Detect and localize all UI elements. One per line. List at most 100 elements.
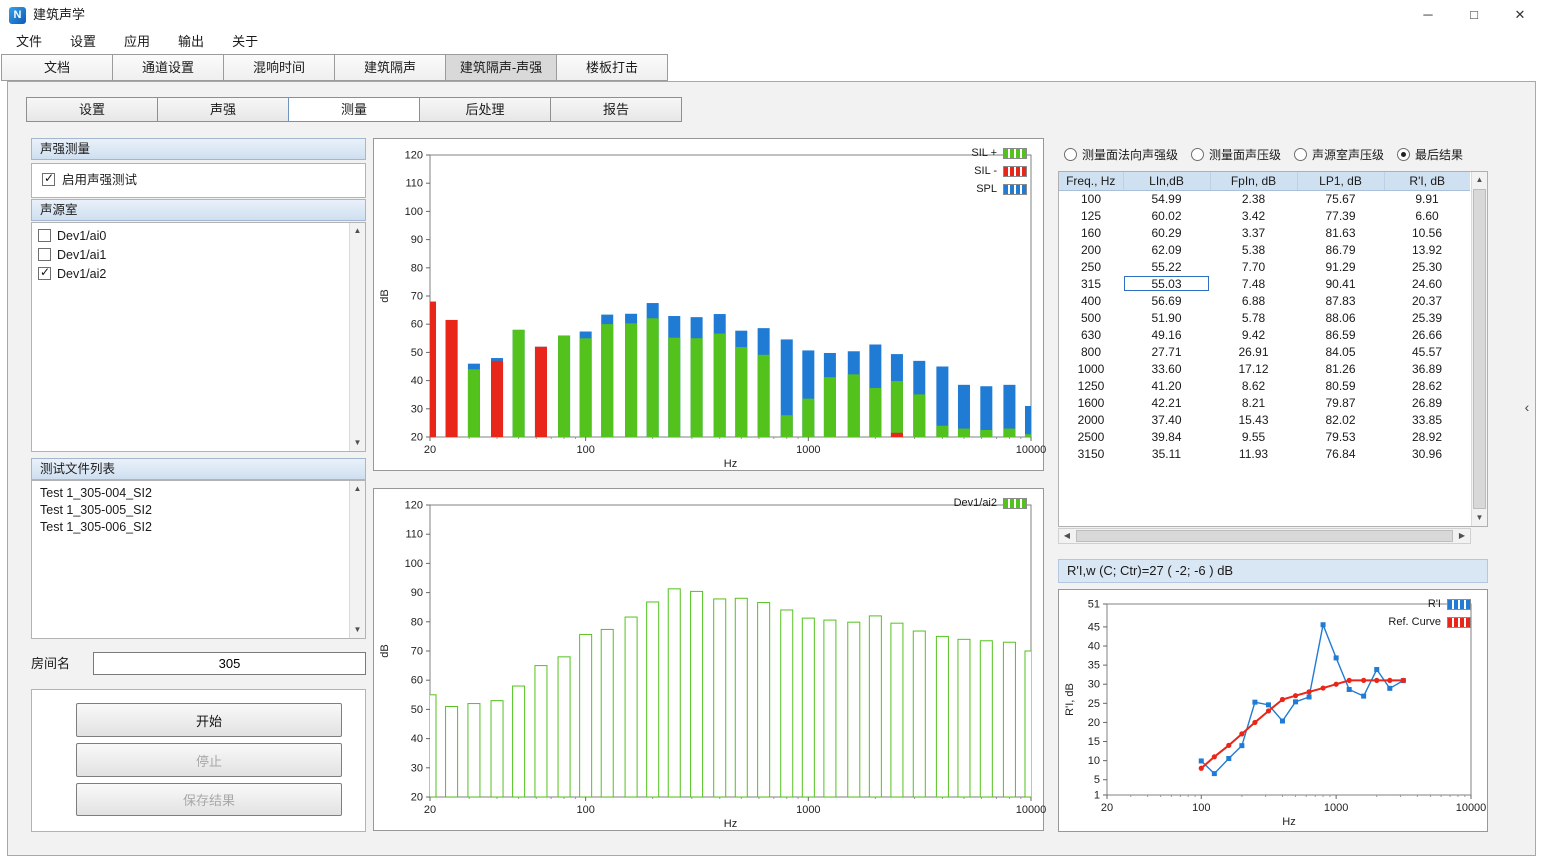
table-row[interactable]: 12560.023.4277.396.60 xyxy=(1059,207,1470,224)
table-cell[interactable]: 2500 xyxy=(1059,428,1123,445)
table-horizontal-scrollbar[interactable]: ◀ ▶ xyxy=(1058,528,1471,544)
table-cell[interactable]: 75.67 xyxy=(1297,190,1384,207)
table-cell[interactable]: 60.29 xyxy=(1123,224,1210,241)
table-cell[interactable]: 25.30 xyxy=(1384,258,1470,275)
subtab[interactable]: 设置 xyxy=(26,97,158,122)
subtab[interactable]: 后处理 xyxy=(419,97,551,122)
stop-button[interactable]: 停止 xyxy=(76,743,342,777)
table-cell[interactable]: 7.70 xyxy=(1210,258,1297,275)
legend-entry[interactable]: R'I xyxy=(1428,598,1471,610)
radio-option[interactable]: 声源室声压级 xyxy=(1294,146,1384,163)
legend-entry[interactable]: Ref. Curve xyxy=(1388,616,1471,628)
table-cell[interactable]: 1000 xyxy=(1059,360,1123,377)
table-cell[interactable]: 45.57 xyxy=(1384,343,1470,360)
table-cell[interactable]: 81.63 xyxy=(1297,224,1384,241)
table-row[interactable]: 10054.992.3875.679.91 xyxy=(1059,190,1470,207)
scroll-up-icon[interactable]: ▲ xyxy=(350,223,365,239)
table-cell[interactable]: 82.02 xyxy=(1297,411,1384,428)
menu-item[interactable]: 输出 xyxy=(164,30,218,54)
channel-item[interactable]: Dev1/ai0 xyxy=(32,226,349,245)
radio-option[interactable]: 最后结果 xyxy=(1397,146,1463,163)
scroll-up-icon[interactable]: ▲ xyxy=(1472,172,1487,188)
scroll-down-icon[interactable]: ▼ xyxy=(350,435,365,451)
table-cell[interactable]: 41.20 xyxy=(1123,377,1210,394)
table-cell[interactable]: 9.55 xyxy=(1210,428,1297,445)
table-cell[interactable]: 125 xyxy=(1059,207,1123,224)
table-cell[interactable]: 250 xyxy=(1059,258,1123,275)
column-header[interactable]: LIn,dB xyxy=(1123,172,1210,190)
scroll-left-icon[interactable]: ◀ xyxy=(1059,529,1075,543)
scroll-down-icon[interactable]: ▼ xyxy=(1472,510,1487,526)
scrollbar-thumb[interactable] xyxy=(1076,530,1453,542)
channel-item[interactable]: Dev1/ai1 xyxy=(32,245,349,264)
channel-checkbox[interactable] xyxy=(38,248,51,261)
table-cell[interactable]: 33.60 xyxy=(1123,360,1210,377)
table-cell[interactable]: 2000 xyxy=(1059,411,1123,428)
table-cell[interactable]: 91.29 xyxy=(1297,258,1384,275)
table-cell[interactable]: 51.90 xyxy=(1123,309,1210,326)
table-cell[interactable]: 6.60 xyxy=(1384,207,1470,224)
tab[interactable]: 建筑隔声 xyxy=(334,54,446,81)
table-row[interactable]: 40056.696.8887.8320.37 xyxy=(1059,292,1470,309)
table-row[interactable]: 160042.218.2179.8726.89 xyxy=(1059,394,1470,411)
radio-button[interactable] xyxy=(1294,148,1307,161)
table-cell[interactable]: 13.92 xyxy=(1384,241,1470,258)
table-cell[interactable]: 55.03 xyxy=(1123,275,1210,292)
table-cell[interactable]: 37.40 xyxy=(1123,411,1210,428)
table-row[interactable]: 25055.227.7091.2925.30 xyxy=(1059,258,1470,275)
table-cell[interactable]: 3150 xyxy=(1059,445,1123,462)
table-cell[interactable]: 56.69 xyxy=(1123,292,1210,309)
enable-intensity-checkbox[interactable] xyxy=(42,173,55,186)
test-file-item[interactable]: Test 1_305-006_SI2 xyxy=(32,518,349,535)
table-row[interactable]: 250039.849.5579.5328.92 xyxy=(1059,428,1470,445)
legend-entry[interactable]: Dev1/ai2 xyxy=(954,497,1027,509)
menu-item[interactable]: 应用 xyxy=(110,30,164,54)
table-cell[interactable]: 26.89 xyxy=(1384,394,1470,411)
table-cell[interactable]: 54.99 xyxy=(1123,190,1210,207)
file-list-scrollbar[interactable]: ▲ ▼ xyxy=(349,481,365,638)
subtab[interactable]: 测量 xyxy=(288,97,420,122)
table-cell[interactable]: 6.88 xyxy=(1210,292,1297,309)
table-cell[interactable]: 86.79 xyxy=(1297,241,1384,258)
table-cell[interactable]: 55.22 xyxy=(1123,258,1210,275)
scroll-right-icon[interactable]: ▶ xyxy=(1454,529,1470,543)
table-row[interactable]: 20062.095.3886.7913.92 xyxy=(1059,241,1470,258)
table-row[interactable]: 16060.293.3781.6310.56 xyxy=(1059,224,1470,241)
table-cell[interactable]: 315 xyxy=(1059,275,1123,292)
table-cell[interactable]: 10.56 xyxy=(1384,224,1470,241)
table-cell[interactable]: 62.09 xyxy=(1123,241,1210,258)
table-cell[interactable]: 26.66 xyxy=(1384,326,1470,343)
table-cell[interactable]: 35.11 xyxy=(1123,445,1210,462)
table-cell[interactable]: 60.02 xyxy=(1123,207,1210,224)
radio-button[interactable] xyxy=(1064,148,1077,161)
table-cell[interactable]: 400 xyxy=(1059,292,1123,309)
radio-button[interactable] xyxy=(1397,148,1410,161)
table-cell[interactable]: 17.12 xyxy=(1210,360,1297,377)
legend-entry[interactable]: SPL xyxy=(976,183,1027,195)
radio-button[interactable] xyxy=(1191,148,1204,161)
table-cell[interactable]: 27.71 xyxy=(1123,343,1210,360)
scroll-up-icon[interactable]: ▲ xyxy=(350,481,365,497)
table-row[interactable]: 315035.1111.9376.8430.96 xyxy=(1059,445,1470,462)
table-cell[interactable]: 26.91 xyxy=(1210,343,1297,360)
table-cell[interactable]: 36.89 xyxy=(1384,360,1470,377)
table-cell[interactable]: 11.93 xyxy=(1210,445,1297,462)
table-cell[interactable]: 8.21 xyxy=(1210,394,1297,411)
table-cell[interactable]: 160 xyxy=(1059,224,1123,241)
table-cell[interactable]: 25.39 xyxy=(1384,309,1470,326)
table-row[interactable]: 63049.169.4286.5926.66 xyxy=(1059,326,1470,343)
table-row[interactable]: 100033.6017.1281.2636.89 xyxy=(1059,360,1470,377)
table-cell[interactable]: 24.60 xyxy=(1384,275,1470,292)
table-row[interactable]: 200037.4015.4382.0233.85 xyxy=(1059,411,1470,428)
table-row[interactable]: 80027.7126.9184.0545.57 xyxy=(1059,343,1470,360)
radio-option[interactable]: 测量面法向声强级 xyxy=(1064,146,1178,163)
table-cell[interactable]: 8.62 xyxy=(1210,377,1297,394)
column-header[interactable]: LP1, dB xyxy=(1297,172,1384,190)
legend-entry[interactable]: SIL - xyxy=(974,165,1027,177)
table-cell[interactable]: 2.38 xyxy=(1210,190,1297,207)
table-cell[interactable]: 42.21 xyxy=(1123,394,1210,411)
channel-item[interactable]: Dev1/ai2 xyxy=(32,264,349,283)
table-cell[interactable]: 33.85 xyxy=(1384,411,1470,428)
table-cell[interactable]: 20.37 xyxy=(1384,292,1470,309)
table-cell[interactable]: 28.62 xyxy=(1384,377,1470,394)
